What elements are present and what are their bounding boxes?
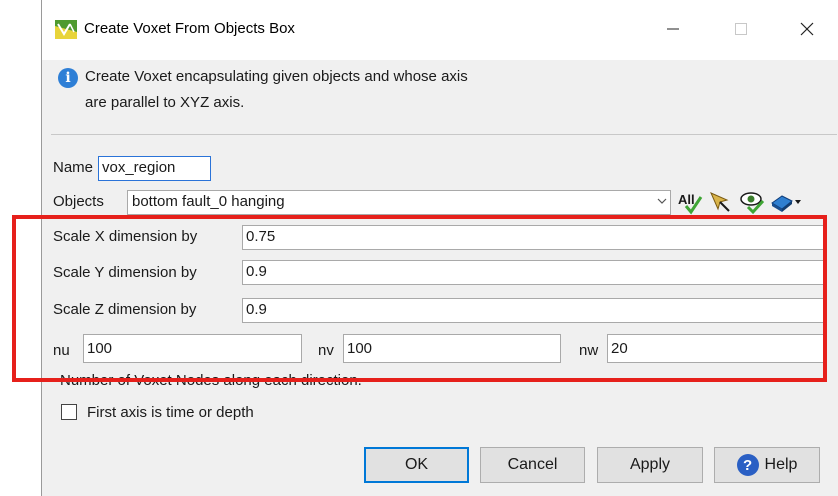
info-icon: i xyxy=(58,68,78,88)
voxet-app-icon xyxy=(55,20,77,39)
scale-y-label: Scale Y dimension by xyxy=(53,264,197,281)
separator xyxy=(51,134,837,135)
nw-label: nw xyxy=(579,342,599,359)
nu-input[interactable]: 100 xyxy=(83,334,302,363)
dialog-window: Create Voxet From Objects Box i Create V… xyxy=(41,0,838,496)
select-all-icon[interactable]: All xyxy=(675,188,705,216)
info-text-line-1: Create Voxet encapsulating given objects… xyxy=(85,68,468,85)
scale-x-input[interactable]: 0.75 xyxy=(242,225,826,250)
cancel-button-label: Cancel xyxy=(507,456,558,473)
close-button[interactable] xyxy=(784,12,830,46)
objects-label: Objects xyxy=(53,193,104,210)
nodes-hint-text: Number of Voxet Nodes along each directi… xyxy=(60,372,362,389)
name-label: Name xyxy=(53,159,94,176)
close-icon xyxy=(800,22,814,36)
first-axis-checkbox[interactable] xyxy=(61,404,77,420)
nw-input[interactable]: 20 xyxy=(607,334,826,363)
title-bar[interactable]: Create Voxet From Objects Box xyxy=(42,0,838,60)
name-input[interactable]: vox_region xyxy=(98,156,211,181)
minimize-button[interactable] xyxy=(650,12,696,46)
object-type-icon[interactable] xyxy=(768,188,804,216)
scale-x-label: Scale X dimension by xyxy=(53,228,198,245)
window-title: Create Voxet From Objects Box xyxy=(84,20,295,37)
help-button[interactable]: ? Help xyxy=(714,447,820,483)
objects-select[interactable]: bottom fault_0 hanging xyxy=(127,190,671,215)
all-icon-text: All xyxy=(678,192,695,207)
scale-y-input[interactable]: 0.9 xyxy=(242,260,826,285)
cancel-button[interactable]: Cancel xyxy=(480,447,585,483)
visible-eye-icon[interactable] xyxy=(737,188,767,216)
apply-button[interactable]: Apply xyxy=(597,447,703,483)
maximize-icon xyxy=(735,23,747,35)
ok-button-label: OK xyxy=(404,456,429,473)
minimize-icon xyxy=(667,28,679,30)
maximize-button[interactable] xyxy=(718,12,764,46)
scale-z-input[interactable]: 0.9 xyxy=(242,298,826,323)
info-text-line-2: are parallel to XYZ axis. xyxy=(85,94,245,111)
pick-cursor-icon[interactable] xyxy=(706,188,736,216)
help-icon: ? xyxy=(736,454,759,476)
objects-selected-value: bottom fault_0 hanging xyxy=(132,193,285,210)
first-axis-label[interactable]: First axis is time or depth xyxy=(87,404,254,421)
nu-label: nu xyxy=(53,342,70,359)
nv-input[interactable]: 100 xyxy=(343,334,561,363)
nv-label: nv xyxy=(318,342,334,359)
help-button-label: Help xyxy=(764,456,798,473)
ok-button[interactable]: OK xyxy=(364,447,469,483)
scale-z-label: Scale Z dimension by xyxy=(53,301,197,318)
chevron-down-icon xyxy=(657,196,667,208)
apply-button-label: Apply xyxy=(629,456,671,473)
